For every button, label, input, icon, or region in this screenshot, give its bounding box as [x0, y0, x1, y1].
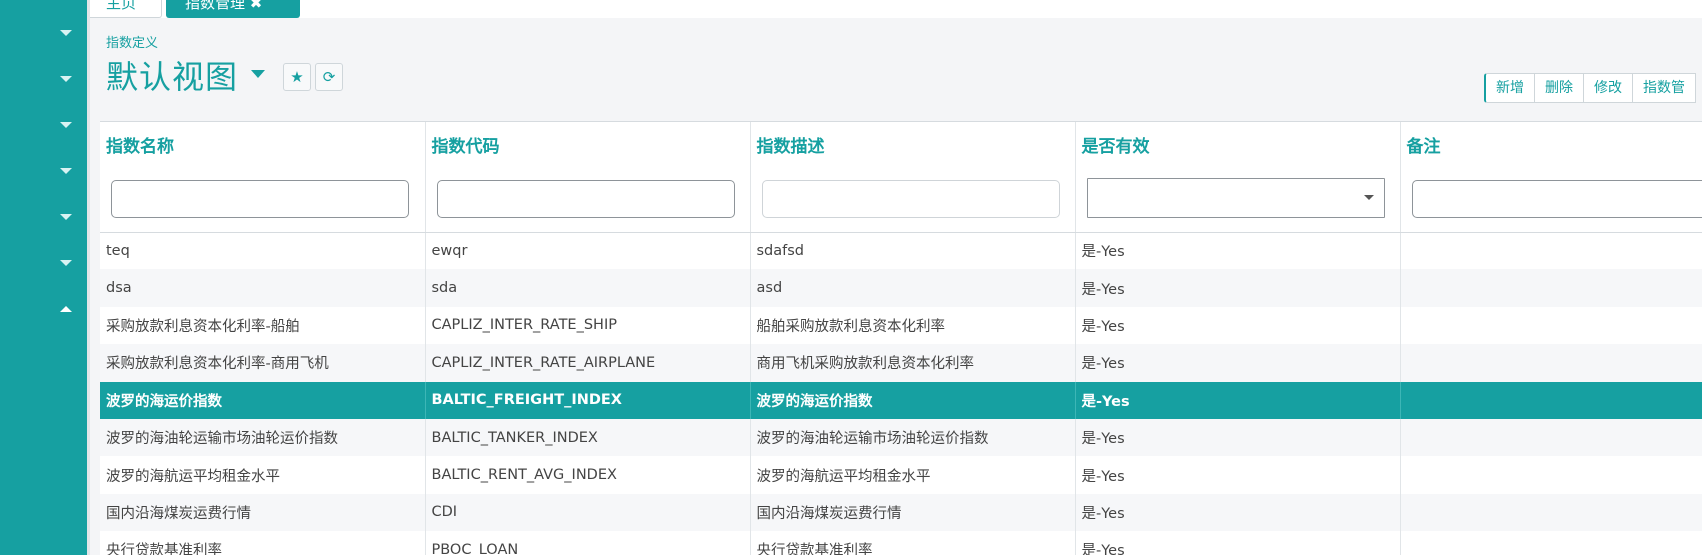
content-edge: [87, 0, 90, 555]
column-label: 指数名称: [106, 137, 174, 157]
tab-bar: 主页 指数管理 ✖: [87, 0, 1702, 18]
index-manage-button[interactable]: 指数管: [1633, 73, 1696, 103]
description-filter-input[interactable]: [761, 180, 1060, 218]
cell-remark: [1400, 232, 1702, 270]
cell-code: ewqr: [425, 232, 751, 270]
sidebar: [0, 0, 87, 555]
cell-valid: 是-Yes: [1075, 344, 1401, 382]
star-icon: ★: [290, 68, 304, 86]
column-header-valid[interactable]: 是否有效: [1075, 122, 1401, 233]
main-content: 主页 指数管理 ✖ 指数定义 默认视图 ★ ⟳ 新增 删除 修改 指数管 指数名…: [87, 0, 1702, 555]
cell-description: 波罗的海油轮运输市场油轮运价指数: [750, 418, 1076, 457]
cell-valid: 是-Yes: [1075, 232, 1401, 270]
remark-filter-input[interactable]: [1411, 180, 1702, 218]
chevron-up-icon[interactable]: [60, 306, 72, 312]
column-label: 指数描述: [756, 137, 825, 157]
chevron-down-icon[interactable]: [60, 260, 72, 266]
page-title[interactable]: 默认视图: [106, 52, 238, 98]
refresh-button[interactable]: ⟳: [315, 63, 343, 91]
chevron-down-icon[interactable]: [60, 214, 72, 220]
column-label: 指数代码: [431, 137, 500, 157]
cell-code: BALTIC_RENT_AVG_INDEX: [425, 456, 751, 494]
column-header-code[interactable]: 指数代码: [425, 122, 751, 233]
cell-remark: [1400, 381, 1702, 419]
column-header-description[interactable]: 指数描述: [750, 122, 1076, 233]
cell-code: PBOC_LOAN: [425, 531, 751, 555]
cell-description: 波罗的海运价指数: [750, 381, 1076, 419]
cell-name: 采购放款利息资本化利率-商用飞机: [100, 344, 426, 382]
table-row[interactable]: 央行贷款基准利率 PBOC_LOAN 央行贷款基准利率 是-Yes: [100, 531, 1702, 555]
cell-code: BALTIC_FREIGHT_INDEX: [425, 381, 751, 419]
column-header-remark[interactable]: 备注: [1400, 122, 1702, 233]
cell-valid: 是-Yes: [1075, 381, 1401, 419]
table-row[interactable]: 波罗的海油轮运输市场油轮运价指数 BALTIC_TANKER_INDEX 波罗的…: [100, 418, 1702, 457]
table-row[interactable]: 采购放款利息资本化利率-商用飞机 CAPLIZ_INTER_RATE_AIRPL…: [100, 344, 1702, 382]
cell-name: 波罗的海航运平均租金水平: [100, 456, 426, 494]
edit-button[interactable]: 修改: [1584, 73, 1633, 103]
cell-valid: 是-Yes: [1075, 306, 1401, 345]
cell-valid: 是-Yes: [1075, 493, 1401, 532]
breadcrumb[interactable]: 指数定义: [106, 32, 158, 51]
table-row-selected[interactable]: 波罗的海运价指数 BALTIC_FREIGHT_INDEX 波罗的海运价指数 是…: [100, 381, 1702, 419]
cell-valid: 是-Yes: [1075, 418, 1401, 457]
tab-index-management[interactable]: 指数管理 ✖: [166, 0, 300, 18]
cell-remark: [1400, 531, 1702, 555]
tab-home[interactable]: 主页: [87, 0, 162, 18]
cell-description: asd: [750, 269, 1076, 307]
name-filter-input[interactable]: [111, 180, 409, 218]
cell-description: 船舶采购放款利息资本化利率: [750, 306, 1076, 345]
table-row[interactable]: 国内沿海煤炭运费行情 CDI 国内沿海煤炭运费行情 是-Yes: [100, 493, 1702, 532]
cell-description: 国内沿海煤炭运费行情: [750, 493, 1076, 532]
column-label: 备注: [1406, 137, 1441, 157]
cell-name: 波罗的海油轮运输市场油轮运价指数: [100, 418, 426, 457]
cell-remark: [1400, 493, 1702, 532]
delete-button[interactable]: 删除: [1535, 73, 1584, 103]
cell-code: sda: [425, 269, 751, 307]
cell-name: dsa: [100, 269, 426, 307]
table-row[interactable]: teq ewqr sdafsd 是-Yes: [100, 232, 1702, 270]
cell-name: 央行贷款基准利率: [100, 531, 426, 555]
cell-description: 央行贷款基准利率: [750, 531, 1076, 555]
chevron-down-icon[interactable]: [60, 30, 72, 36]
table-row[interactable]: 采购放款利息资本化利率-船舶 CAPLIZ_INTER_RATE_SHIP 船舶…: [100, 306, 1702, 345]
view-dropdown-icon[interactable]: [251, 70, 265, 78]
add-button[interactable]: 新增: [1484, 73, 1535, 103]
table-row[interactable]: dsa sda asd 是-Yes: [100, 269, 1702, 307]
chevron-down-icon[interactable]: [60, 76, 72, 82]
favorite-button[interactable]: ★: [283, 63, 311, 91]
cell-valid: 是-Yes: [1075, 269, 1401, 307]
cell-code: CAPLIZ_INTER_RATE_AIRPLANE: [425, 344, 751, 382]
chevron-down-icon[interactable]: [60, 168, 72, 174]
action-toolbar: 新增 删除 修改 指数管: [1484, 73, 1696, 103]
code-filter-input[interactable]: [436, 180, 735, 218]
cell-description: sdafsd: [750, 232, 1076, 270]
index-table: 指数名称 指数代码 指数描述 是否有效 备注 teq ewqr sdafsd 是…: [100, 121, 1702, 555]
cell-code: CAPLIZ_INTER_RATE_SHIP: [425, 306, 751, 345]
valid-filter-select[interactable]: [1086, 178, 1385, 218]
cell-name: teq: [100, 232, 426, 270]
cell-valid: 是-Yes: [1075, 531, 1401, 555]
cell-valid: 是-Yes: [1075, 456, 1401, 494]
table-row[interactable]: 波罗的海航运平均租金水平 BALTIC_RENT_AVG_INDEX 波罗的海航…: [100, 456, 1702, 494]
table-header-row: 指数名称 指数代码 指数描述 是否有效 备注: [100, 122, 1702, 233]
chevron-down-icon[interactable]: [60, 122, 72, 128]
cell-name: 国内沿海煤炭运费行情: [100, 493, 426, 532]
column-label: 是否有效: [1081, 137, 1150, 157]
chevron-down-icon: [1363, 195, 1374, 200]
cell-name: 波罗的海运价指数: [100, 381, 426, 419]
cell-remark: [1400, 269, 1702, 307]
cell-remark: [1400, 306, 1702, 345]
cell-remark: [1400, 344, 1702, 382]
cell-description: 商用飞机采购放款利息资本化利率: [750, 344, 1076, 382]
column-header-name[interactable]: 指数名称: [100, 122, 426, 233]
refresh-icon: ⟳: [322, 68, 336, 86]
cell-code: CDI: [425, 493, 751, 532]
cell-description: 波罗的海航运平均租金水平: [750, 456, 1076, 494]
cell-remark: [1400, 418, 1702, 457]
cell-code: BALTIC_TANKER_INDEX: [425, 418, 751, 457]
cell-remark: [1400, 456, 1702, 494]
cell-name: 采购放款利息资本化利率-船舶: [100, 306, 426, 345]
